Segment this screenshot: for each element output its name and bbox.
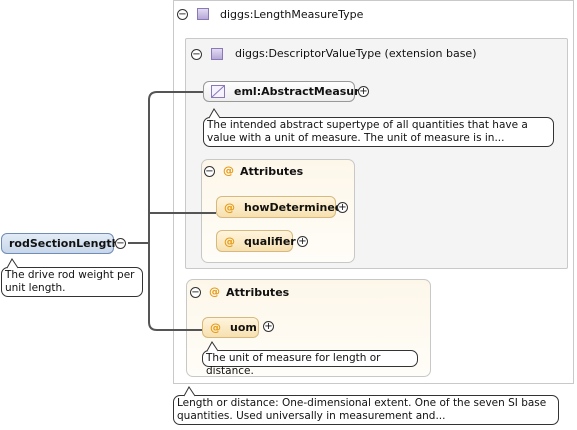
- connector-lines: [128, 91, 216, 331]
